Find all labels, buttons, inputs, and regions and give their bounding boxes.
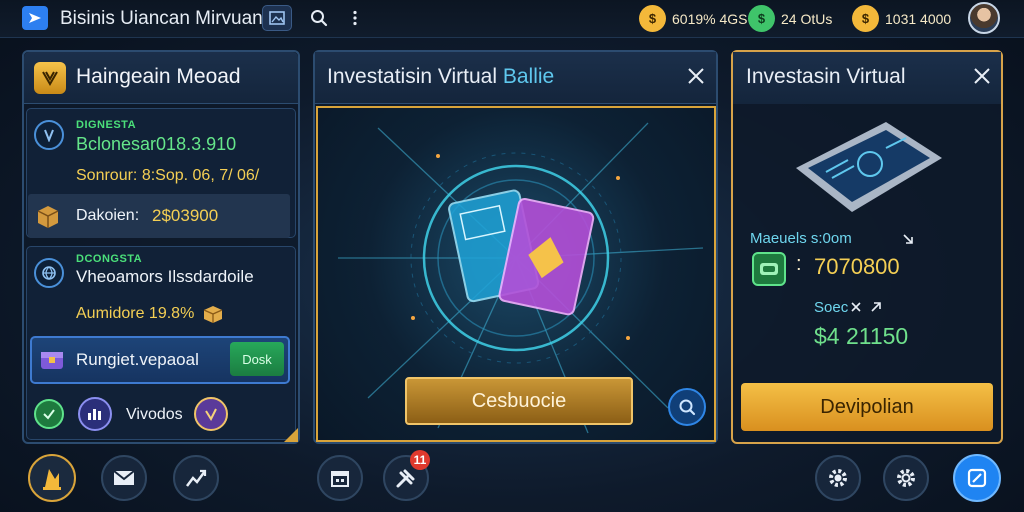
left-panel-title: Haingeain Meoad	[76, 65, 241, 88]
badge-icon	[34, 62, 66, 94]
zoom-search-icon[interactable]	[668, 388, 706, 426]
stats-icon[interactable]	[78, 397, 112, 431]
wallet-icon	[34, 120, 64, 150]
more-menu-icon[interactable]	[340, 5, 370, 31]
avatar[interactable]	[968, 2, 1000, 34]
center-title-accent: Ballie	[502, 65, 555, 88]
metric1-value: 7070800	[814, 254, 900, 279]
metric1-label: Maeuels s:0om	[750, 230, 852, 247]
image-icon[interactable]	[262, 5, 292, 31]
nav-calendar-icon[interactable]	[317, 455, 363, 501]
shield-icon[interactable]	[194, 397, 228, 431]
crate-icon	[34, 202, 62, 230]
arrow-icon	[870, 300, 882, 318]
close-icon[interactable]	[969, 63, 995, 89]
right-action-button[interactable]: Devipolian	[741, 383, 993, 431]
arrow-icon	[902, 232, 914, 250]
rewards-action-button[interactable]: Dosk	[230, 342, 284, 376]
center-panel-title: Investatisin Virtual Ballie	[327, 65, 554, 89]
settings-gear-icon[interactable]	[815, 455, 861, 501]
center-title-main: Investatisin Virtual	[327, 65, 498, 88]
globe-icon	[34, 258, 64, 288]
options-gear-icon[interactable]	[883, 455, 929, 501]
currency-gem: $ 24 OtUs	[748, 5, 832, 32]
rewards-label: Rungiet.vepaoal	[76, 350, 199, 369]
token-icon: $	[852, 5, 879, 32]
dakoien-label: Dakoien:	[76, 207, 140, 224]
balance-card-label: DIGNESTA	[76, 119, 137, 131]
investment-title: Vheoamors Ilssdardoile	[76, 267, 254, 286]
chest-icon	[38, 346, 66, 374]
tablet-icon	[786, 118, 948, 218]
metric2-value: $4 21150	[814, 323, 909, 349]
currency-gold: $ 6019% 4GS	[639, 5, 748, 32]
box-icon	[202, 304, 224, 324]
nav-mail-icon[interactable]	[101, 455, 147, 501]
check-icon[interactable]	[34, 399, 64, 429]
currency-token-value: 1031 4000	[885, 10, 952, 27]
close-small-icon	[850, 300, 862, 318]
balance-source: Sonrour: 8:Sop. 06, 7/ 06/	[76, 167, 260, 184]
balance-value: Bclonesar018.3.910	[76, 134, 237, 154]
nav-chart-icon[interactable]	[173, 455, 219, 501]
gem-icon: $	[748, 5, 775, 32]
nav-edit-icon[interactable]	[953, 454, 1001, 502]
investment-card-label: DCONGSTA	[76, 253, 143, 265]
currency-gold-value: 6019% 4GS	[672, 10, 748, 27]
notification-badge: 11	[410, 450, 430, 470]
metric1-colon: :	[796, 253, 802, 275]
app-logo-icon[interactable]	[22, 6, 48, 30]
metric2-label: Soec	[814, 299, 849, 316]
corner-accent	[284, 428, 298, 442]
currency-token: $ 1031 4000	[852, 5, 951, 32]
cash-icon	[752, 252, 786, 286]
center-action-button[interactable]: Cesbuocie	[405, 377, 633, 425]
nav-home-icon[interactable]	[28, 454, 76, 502]
videos-label: Vivodos	[126, 406, 183, 423]
app-title: Bisinis Uiancan Mirvuan	[60, 8, 263, 29]
investment-sub: Aumidore 19.8%	[76, 305, 195, 322]
currency-gem-value: 24 OtUs	[781, 10, 833, 27]
dakoien-value: 2$03900	[152, 206, 219, 225]
search-icon[interactable]	[304, 5, 334, 31]
close-icon[interactable]	[683, 63, 709, 89]
right-panel-title: Investasin Virtual	[746, 65, 906, 88]
coin-icon: $	[639, 5, 666, 32]
